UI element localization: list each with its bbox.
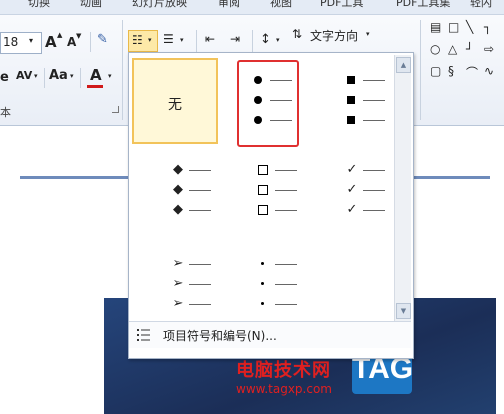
bullet-list-icon bbox=[137, 329, 150, 341]
char-spacing-button[interactable]: AV bbox=[16, 69, 32, 82]
chevron-down-icon: ▾ bbox=[276, 36, 280, 44]
diamond-bullet-icon: ◆ bbox=[173, 182, 183, 197]
grow-font-button[interactable]: A bbox=[45, 33, 57, 51]
bullet-option-arrow[interactable]: ➢ ➢ ➢ bbox=[145, 245, 231, 331]
line-spacing-icon[interactable]: ↕ bbox=[260, 32, 271, 47]
highlight-box bbox=[237, 60, 299, 147]
numbering-icon[interactable]: ☰ bbox=[163, 32, 174, 46]
shadow-icon[interactable]: e bbox=[0, 70, 9, 85]
bullet-option-hollow-square[interactable] bbox=[231, 151, 317, 237]
arrow-bullet-icon: ➢ bbox=[172, 296, 184, 311]
separator bbox=[80, 68, 81, 88]
chevron-down-icon: ▾ bbox=[148, 36, 152, 44]
shapes-gallery[interactable]: ▤ □ ╲ ┐ ○ △ ┘ ⇨ ▢ § ⌒ ∿ bbox=[428, 20, 504, 82]
bullets-and-numbering-menu-item[interactable]: 项目符号和编号(N)... bbox=[129, 321, 411, 348]
tab-transitions[interactable]: 切换 bbox=[28, 0, 50, 10]
chevron-down-icon: ▾ bbox=[180, 36, 184, 44]
checkmark-bullet-icon: ✓ bbox=[346, 162, 358, 177]
elbow-arrow-shape-icon[interactable]: ┘ bbox=[466, 42, 473, 56]
tab-pdf-toolset[interactable]: PDF工具集 bbox=[396, 0, 450, 10]
bullets-and-numbering-label: 项目符号和编号(N)... bbox=[163, 329, 277, 343]
chevron-down-icon: ▾ bbox=[34, 72, 38, 80]
tab-slideshow[interactable]: 幻灯片放映 bbox=[132, 0, 187, 10]
hollow-square-bullet-icon bbox=[258, 185, 268, 195]
connector-shape-icon[interactable]: ╲ bbox=[466, 20, 473, 34]
diamond-bullet-icon: ◆ bbox=[173, 202, 183, 217]
hollow-square-bullet-icon bbox=[258, 165, 268, 175]
small-dot-bullet-icon bbox=[261, 262, 264, 265]
arrow-bullet-icon: ➢ bbox=[172, 276, 184, 291]
oval-shape-icon[interactable]: ○ bbox=[430, 42, 440, 56]
textbox-shape-icon[interactable]: ▤ bbox=[430, 20, 441, 34]
watermark-site-name: 电脑技术网 bbox=[236, 360, 331, 381]
gallery-scrollbar[interactable]: ▲ ▼ bbox=[394, 55, 411, 321]
shrink-font-button[interactable]: A bbox=[67, 35, 76, 49]
bullet-option-small-dot[interactable] bbox=[231, 245, 317, 331]
font-group-label: 本 bbox=[0, 106, 11, 119]
rounded-rect-shape-icon[interactable]: ▢ bbox=[430, 64, 441, 78]
hollow-square-bullet-icon bbox=[258, 205, 268, 215]
ribbon-tabs: 切换 动画 幻灯片放映 审阅 视图 PDF工具 PDF工具集 轻闪 bbox=[0, 0, 504, 15]
font-size-box[interactable]: 18 ▾ bbox=[0, 32, 42, 54]
bullet-option-none[interactable]: 无 bbox=[132, 58, 218, 144]
arrow-shape-icon[interactable]: ⇨ bbox=[484, 42, 494, 56]
elbow-shape-icon[interactable]: ┐ bbox=[484, 20, 491, 34]
filled-square-bullet-icon bbox=[347, 76, 355, 84]
small-dot-bullet-icon bbox=[261, 282, 264, 285]
arrow-bullet-icon: ➢ bbox=[172, 256, 184, 271]
bullet-none-label: 无 bbox=[168, 97, 182, 113]
checkmark-bullet-icon: ✓ bbox=[346, 182, 358, 197]
group-separator bbox=[122, 20, 123, 120]
bullets-button[interactable]: ☷ ▾ bbox=[128, 30, 158, 52]
bullet-option-check[interactable]: ✓ ✓ ✓ bbox=[319, 151, 405, 237]
font-dialog-launcher-icon[interactable] bbox=[112, 106, 119, 113]
checkmark-bullet-icon: ✓ bbox=[346, 202, 358, 217]
watermark-url: www.tagxp.com bbox=[236, 382, 332, 396]
text-direction-icon[interactable]: ⇅ bbox=[292, 27, 302, 41]
font-color-swatch bbox=[87, 85, 103, 88]
small-dot-bullet-icon bbox=[261, 302, 264, 305]
tab-animations[interactable]: 动画 bbox=[80, 0, 102, 10]
bullet-list-icon: ☷ bbox=[132, 33, 143, 47]
shrink-arrow-icon: ▼ bbox=[76, 32, 82, 40]
curve-shape-icon[interactable]: ⌒ bbox=[466, 64, 478, 81]
change-case-button[interactable]: Aa bbox=[49, 68, 68, 83]
chevron-down-icon: ▾ bbox=[70, 72, 74, 80]
scroll-down-icon[interactable]: ▼ bbox=[396, 303, 411, 319]
text-direction-label[interactable]: 文字方向 bbox=[310, 27, 358, 44]
filled-square-bullet-icon bbox=[347, 116, 355, 124]
filled-square-bullet-icon bbox=[347, 96, 355, 104]
bullet-option-filled-square[interactable] bbox=[319, 61, 405, 147]
decrease-indent-icon[interactable]: ⇤ bbox=[205, 32, 215, 46]
group-separator bbox=[420, 20, 421, 120]
separator bbox=[44, 68, 45, 88]
rectangle-shape-icon[interactable]: □ bbox=[448, 20, 459, 34]
wave-shape-icon[interactable]: ∿ bbox=[484, 64, 494, 78]
diamond-bullet-icon: ◆ bbox=[173, 162, 183, 177]
separator bbox=[90, 32, 91, 52]
tab-pdf-tools[interactable]: PDF工具 bbox=[320, 0, 363, 10]
freeform-shape-icon[interactable]: § bbox=[448, 64, 454, 78]
tab-review[interactable]: 审阅 bbox=[218, 0, 240, 10]
font-color-button[interactable]: A bbox=[90, 66, 102, 84]
bullet-option-diamond[interactable]: ◆ ◆ ◆ bbox=[145, 151, 231, 237]
clear-format-icon[interactable]: ✎ bbox=[97, 32, 108, 47]
triangle-shape-icon[interactable]: △ bbox=[448, 42, 457, 56]
chevron-down-icon: ▾ bbox=[108, 72, 112, 80]
font-size-value: 18 bbox=[3, 35, 19, 49]
chevron-down-icon: ▾ bbox=[366, 30, 370, 38]
scroll-up-icon[interactable]: ▲ bbox=[396, 57, 411, 73]
tab-flash[interactable]: 轻闪 bbox=[470, 0, 492, 10]
separator bbox=[252, 30, 253, 52]
tab-view[interactable]: 视图 bbox=[270, 0, 292, 10]
separator bbox=[196, 30, 197, 52]
increase-indent-icon[interactable]: ⇥ bbox=[230, 32, 240, 46]
chevron-down-icon: ▾ bbox=[29, 36, 34, 45]
grow-arrow-icon: ▲ bbox=[57, 31, 63, 39]
